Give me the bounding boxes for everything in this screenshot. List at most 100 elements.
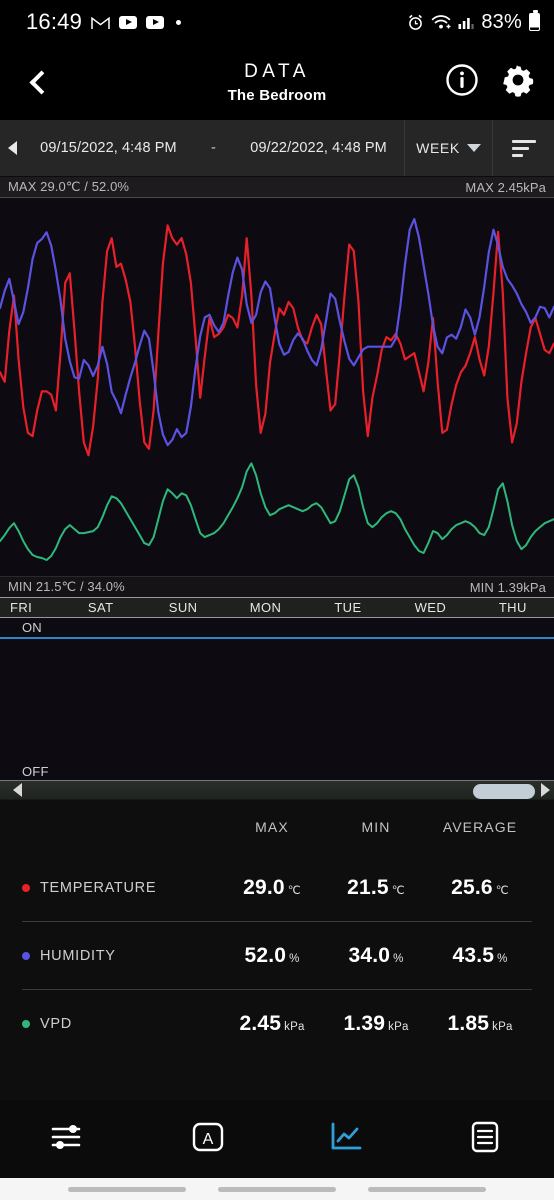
stats-column-average: AVERAGE [442, 819, 518, 835]
table-row[interactable]: VPD 2.45 kPa 1.39 kPa 1.85 kPa [22, 990, 532, 1057]
menu-list-icon [468, 1119, 502, 1160]
stats-value-max: 2.45 kPa [220, 1012, 324, 1036]
date-range-values[interactable]: 09/15/2022, 4:48 PM - 09/22/2022, 4:48 P… [23, 140, 404, 156]
day-label: THU [498, 600, 527, 615]
stats-value: 29.0 [243, 875, 285, 899]
day-label: TUE [334, 600, 362, 615]
stats-header-row: MAX MIN AVERAGE [22, 800, 532, 854]
series-line-temperature [0, 224, 554, 457]
status-time: 16:49 [26, 9, 83, 34]
chevron-left-icon [29, 69, 54, 95]
stats-value-min: 34.0% [324, 944, 428, 968]
chart-min-band: MIN 21.5℃ / 34.0% MIN 1.39kPa [0, 576, 554, 597]
day-axis: FRI SAT SUN MON TUE WED THU [0, 597, 554, 618]
gesture-pill [218, 1186, 336, 1192]
settings-button[interactable] [498, 62, 538, 102]
stats-row-label: TEMPERATURE [40, 879, 157, 896]
onoff-chart[interactable]: ON OFF [0, 618, 554, 780]
table-row[interactable]: HUMIDITY 52.0% 34.0% 43.5% [22, 922, 532, 989]
onoff-state-line [0, 637, 554, 639]
stats-column-max: MAX [255, 819, 289, 835]
period-selector[interactable]: WEEK [404, 120, 492, 176]
stats-column-min: MIN [361, 819, 391, 835]
scrollbar-track[interactable] [22, 781, 541, 799]
youtube-icon [119, 15, 138, 29]
stats-value: 1.85 [447, 1011, 490, 1035]
main-chart: MAX 29.0℃ / 52.0% MAX 2.45kPa MIN 21.5℃ … [0, 177, 554, 597]
date-range-dash: - [211, 140, 216, 156]
onoff-on-label: ON [22, 620, 42, 635]
date-range-start[interactable]: 09/15/2022, 4:48 PM [40, 140, 177, 156]
stats-value-max: 29.0 ℃ [220, 876, 324, 900]
data-chart-icon [328, 1121, 364, 1158]
scrollbar-thumb[interactable] [473, 784, 535, 799]
arrow-right-icon[interactable] [541, 783, 550, 797]
day-label: MON [249, 600, 282, 615]
date-range-end[interactable]: 09/22/2022, 4:48 PM [250, 140, 387, 156]
day-label: FRI [10, 600, 33, 615]
page-title: DATA [244, 60, 310, 82]
header-actions [442, 62, 538, 102]
stats-value-average: 25.6 ℃ [428, 876, 532, 900]
wifi-icon [431, 14, 451, 30]
chart-svg [0, 217, 554, 561]
stats-value-min: 1.39 kPa [324, 1012, 428, 1036]
stats-row-name: VPD [22, 1016, 220, 1032]
stats-value: 52.0 [244, 943, 287, 967]
stats-value: 2.45 [239, 1011, 282, 1035]
back-button[interactable] [16, 59, 62, 105]
arrow-left-icon[interactable] [13, 783, 22, 797]
date-range-bar: 09/15/2022, 4:48 PM - 09/22/2022, 4:48 P… [0, 120, 554, 177]
day-label: WED [414, 600, 447, 615]
stats-value-min: 21.5 ℃ [324, 876, 428, 900]
info-icon [445, 63, 479, 102]
chart-horizontal-scrollbar[interactable] [0, 780, 554, 800]
dot-icon [176, 19, 182, 25]
nav-item-data[interactable] [277, 1100, 416, 1178]
stats-unit: % [393, 952, 404, 965]
stats-row-name: HUMIDITY [22, 948, 220, 964]
stats-value: 21.5 [347, 875, 389, 899]
stats-value: 34.0 [348, 943, 391, 967]
gesture-pill [368, 1186, 486, 1192]
chevron-down-icon [466, 144, 481, 152]
bottom-navigation: A [0, 1100, 554, 1178]
nav-item-auto-mode[interactable]: A [139, 1100, 278, 1178]
app-header: DATA The Bedroom [0, 44, 554, 120]
auto-mode-icon: A [190, 1119, 226, 1160]
gmail-icon [91, 15, 110, 30]
status-bar: 16:49 83% [0, 0, 554, 44]
stats-row-name: TEMPERATURE [22, 880, 220, 896]
stats-unit: % [289, 952, 300, 965]
info-button[interactable] [442, 62, 482, 102]
day-label: SUN [168, 600, 198, 615]
stats-unit: kPa [492, 1020, 513, 1033]
page-subtitle: The Bedroom [227, 86, 327, 104]
onoff-off-label: OFF [22, 764, 49, 779]
gesture-pill [68, 1186, 186, 1192]
status-bar-right: 83% [407, 10, 540, 34]
table-row[interactable]: TEMPERATURE 29.0 ℃ 21.5 ℃ 25.6 ℃ [22, 854, 532, 921]
stats-value: 1.39 [343, 1011, 386, 1035]
stats-unit: kPa [284, 1020, 305, 1033]
series-color-dot-icon [22, 1019, 30, 1028]
stats-value: 43.5 [452, 943, 495, 967]
triangle-left-icon[interactable] [8, 141, 17, 155]
series-color-dot-icon [22, 883, 30, 892]
stats-body: TEMPERATURE 29.0 ℃ 21.5 ℃ 25.6 ℃ HUMIDITY 52.0% 3… [22, 854, 532, 1057]
day-label: SAT [87, 600, 114, 615]
stats-row-label: HUMIDITY [40, 947, 116, 964]
status-bar-left: 16:49 [26, 9, 182, 35]
chart-max-left-label: MAX 29.0℃ / 52.0% [8, 179, 130, 194]
signal-icon [458, 14, 474, 30]
stats-value-average: 43.5% [428, 944, 532, 968]
battery-percent: 83% [481, 10, 522, 33]
stats-value-max: 52.0% [220, 944, 324, 968]
svg-text:A: A [202, 1131, 213, 1148]
nav-item-controls[interactable] [0, 1100, 139, 1178]
filter-button[interactable] [492, 120, 554, 176]
chart-plot-area[interactable] [0, 198, 554, 576]
date-range-group: 09/15/2022, 4:48 PM - 09/22/2022, 4:48 P… [0, 120, 404, 176]
nav-item-menu[interactable] [416, 1100, 554, 1178]
period-label: WEEK [416, 140, 460, 156]
